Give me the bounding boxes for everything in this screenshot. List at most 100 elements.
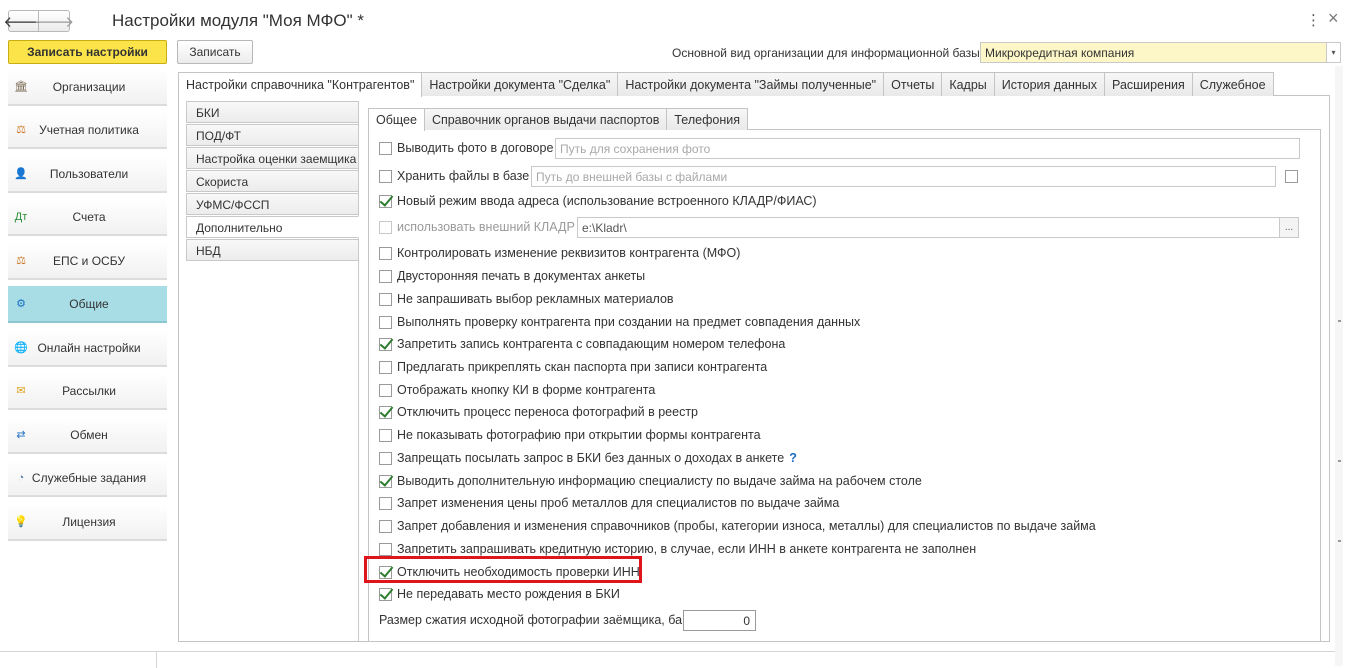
photo-path-input[interactable]: Путь для сохранения фото [555,138,1300,159]
kladr-path-input[interactable]: e:\Kladr\ [577,217,1280,238]
option-row[interactable]: Выполнять проверку контрагента при созда… [379,314,860,330]
forward-arrow-icon[interactable]: 🡒 [34,10,74,32]
bottom-divider [156,651,157,668]
checkbox[interactable] [379,451,392,465]
option-label: Запретить запись контрагента с совпадающ… [397,337,786,351]
sidebar-item-label: Пользователи [49,166,129,181]
sublist-item-bki[interactable]: БКИ [186,101,359,123]
checkbox[interactable] [379,542,392,556]
more-menu-icon[interactable]: ⋮ [1306,11,1321,29]
checkbox[interactable] [379,194,392,208]
org-type-value: Микрокредитная компания [985,46,1135,60]
option-label: Двусторонняя печать в документах анкеты [397,269,646,283]
checkbox[interactable] [379,474,392,488]
sublist-item-additional[interactable]: Дополнительно [186,216,359,238]
compression-row: Размер сжатия исходной фотографии заёмщи… [379,612,698,628]
settings-window: 🡐 🡒 Настройки модуля "Моя МФО" * ⋮ × Зап… [0,0,1345,668]
sublist-item-scorista[interactable]: Скориста [186,170,359,192]
option-row[interactable]: Не показывать фотографию при открытии фо… [379,427,761,443]
option-row[interactable]: Запрещать посылать запрос в БКИ без данн… [379,450,797,466]
chevron-down-icon[interactable]: ▾ [1326,43,1340,62]
option-row[interactable]: Запрет изменения цены проб металлов для … [379,495,839,511]
envelope-icon: ✉ [16,384,26,397]
checkbox[interactable] [379,269,392,283]
sublist-item-borrower-assessment[interactable]: Настройка оценки заемщика [186,147,359,169]
lightbulb-icon: 💡 [14,515,28,528]
checkbox[interactable] [379,383,392,397]
tab-deal-document[interactable]: Настройки документа "Сделка" [421,72,619,96]
vertical-scrollbar[interactable] [1335,66,1343,666]
option-row[interactable]: Выводить фото в договоре [379,140,553,156]
option-row[interactable]: Не запрашивать выбор рекламных материало… [379,291,674,307]
option-row[interactable]: Двусторонняя печать в документах анкеты [379,268,645,284]
inner-tabs: Общее Справочник органов выдачи паспорто… [368,108,748,131]
option-row[interactable]: Выводить дополнительную информацию специ… [379,473,922,489]
checkbox[interactable] [379,246,392,260]
checkbox[interactable] [379,169,392,183]
tab-staff[interactable]: Кадры [941,72,995,96]
sidebar-item-eps-osbu[interactable]: ⚖ ЕПС и ОСБУ [8,243,167,280]
debit-credit-icon: Дт [14,210,28,223]
checkbox[interactable] [379,292,392,306]
tab-service[interactable]: Служебное [1191,72,1274,96]
checkbox[interactable] [379,496,392,510]
sidebar-item-organizations[interactable]: 🏛 Организации [8,69,167,106]
tab-extensions[interactable]: Расширения [1104,72,1193,96]
checkbox[interactable] [379,405,392,419]
tab-general[interactable]: Общее [368,108,425,131]
sidebar-item-service-tasks[interactable]: ◔ Служебные задания [8,460,167,497]
option-label: Выводить дополнительную информацию специ… [397,474,922,488]
checkbox[interactable] [379,337,392,351]
save-settings-button[interactable]: Записать настройки [8,40,167,64]
option-row[interactable]: Предлагать прикреплять скан паспорта при… [379,359,767,375]
option-row[interactable]: Отображать кнопку КИ в форме контрагента [379,382,655,398]
tab-telephony[interactable]: Телефония [666,108,748,130]
save-button[interactable]: Записать [177,40,253,64]
option-row[interactable]: Новый режим ввода адреса (использование … [379,193,817,209]
option-row[interactable]: Отключить процесс переноса фотографий в … [379,404,698,420]
sidebar-item-users[interactable]: 👤 Пользователи [8,156,167,193]
ellipsis-icon[interactable]: ... [1279,217,1299,238]
sidebar-item-accounts[interactable]: Дт Счета [8,199,167,236]
option-row[interactable]: Запретить запись контрагента с совпадающ… [379,336,785,352]
checkbox[interactable] [379,428,392,442]
tab-passport-authorities[interactable]: Справочник органов выдачи паспортов [423,108,668,130]
sublist-item-pod-ft[interactable]: ПОД/ФТ [186,124,359,146]
checkbox[interactable] [379,360,392,374]
help-icon[interactable]: ? [789,451,797,465]
option-row[interactable]: Не передавать место рождения в БКИ [379,586,620,602]
option-label: Запрет добавления и изменения справочник… [397,519,1096,533]
sidebar-item-mailings[interactable]: ✉ Рассылки [8,373,167,410]
files-path-input[interactable]: Путь до внешней базы с файлами [531,166,1276,187]
sidebar-item-online-settings[interactable]: 🌐 Онлайн настройки [8,330,167,367]
sidebar-item-license[interactable]: 💡 Лицензия [8,504,167,541]
org-type-label: Основной вид организации для информацион… [672,46,984,60]
tab-data-history[interactable]: История данных [993,72,1106,96]
checkbox[interactable] [379,587,392,601]
checkbox[interactable] [379,519,392,533]
exchange-icon: ⇄ [16,428,26,441]
sidebar-item-general[interactable]: ⚙ Общие [8,286,167,323]
tab-reports[interactable]: Отчеты [883,72,943,96]
option-row[interactable]: Запрет добавления и изменения справочник… [379,518,1096,534]
option-row[interactable]: Контролировать изменение реквизитов конт… [379,245,740,261]
sidebar-item-label: Обмен [70,427,108,442]
option-label: Контролировать изменение реквизитов конт… [397,246,741,260]
option-label: использовать внешний КЛАДР [397,220,575,234]
compression-size-input[interactable]: 0 [683,610,756,631]
checkbox[interactable] [379,141,392,155]
sidebar-item-accounting-policy[interactable]: ⚖ Учетная политика [8,112,167,149]
checkbox[interactable] [379,315,392,329]
option-row[interactable]: Хранить файлы в базе [379,168,529,184]
sidebar-item-exchange[interactable]: ⇄ Обмен [8,417,167,454]
sublist-item-nbd[interactable]: НБД [186,239,359,261]
tab-loans-received[interactable]: Настройки документа "Займы полученные" [617,72,885,96]
scroll-marker [1338,320,1341,322]
org-type-select[interactable]: Микрокредитная компания ▾ [980,42,1341,63]
sublist-item-ufms-fssp[interactable]: УФМС/ФССП [186,193,359,215]
sidebar-item-label: Рассылки [62,383,116,398]
close-icon[interactable]: × [1328,8,1339,29]
checkbox[interactable] [1285,170,1298,183]
tab-counterparties[interactable]: Настройки справочника "Контрагентов" [178,72,423,97]
option-row[interactable]: Запретить запрашивать кредитную историю,… [379,541,976,557]
